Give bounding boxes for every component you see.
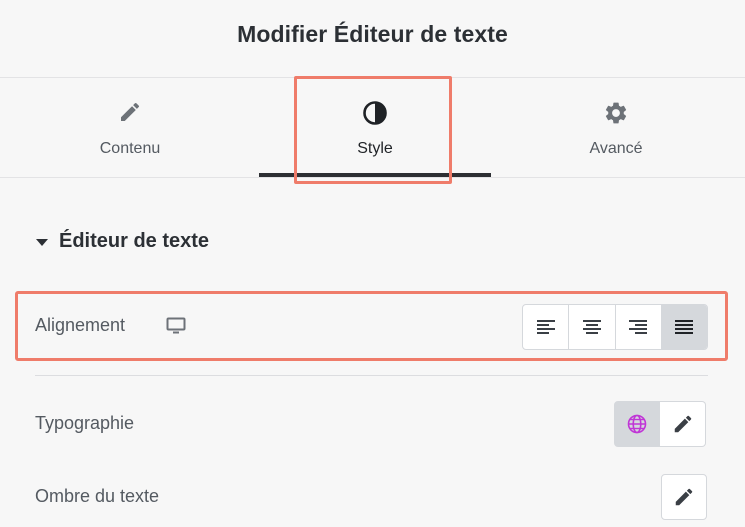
pencil-icon <box>121 102 140 121</box>
tab-style[interactable]: Style <box>259 78 491 178</box>
gear-icon <box>605 102 627 124</box>
active-tab-indicator <box>259 173 491 177</box>
align-justify-icon <box>675 320 694 334</box>
align-center-icon <box>582 320 601 334</box>
tab-avance[interactable]: Avancé <box>500 78 732 178</box>
align-center-button[interactable] <box>569 305 616 349</box>
align-left-icon <box>536 320 555 334</box>
tab-style-label: Style <box>357 140 393 157</box>
edit-typography-button[interactable] <box>660 401 706 447</box>
section-title: Éditeur de texte <box>59 230 210 252</box>
align-right-icon <box>629 320 648 334</box>
tab-contenu-label: Contenu <box>99 140 161 157</box>
global-typography-button[interactable] <box>614 401 660 447</box>
panel-title: Modifier Éditeur de texte <box>237 21 508 47</box>
section-divider <box>35 375 708 376</box>
alignment-label: Alignement <box>35 315 126 335</box>
caret-down-icon <box>36 239 48 246</box>
pencil-icon <box>675 488 693 506</box>
align-left-button[interactable] <box>523 305 570 349</box>
tab-avance-label: Avancé <box>589 140 643 157</box>
section-toggle[interactable]: Éditeur de texte <box>36 230 209 253</box>
tab-contenu[interactable]: Contenu <box>14 78 246 178</box>
edit-text-shadow-button[interactable] <box>661 474 707 520</box>
desktop-icon[interactable] <box>166 317 186 335</box>
contrast-icon <box>363 101 387 125</box>
tab-bar: Contenu Style Avancé <box>0 78 745 178</box>
pencil-icon <box>674 415 691 433</box>
globe-icon <box>627 414 647 434</box>
align-right-button[interactable] <box>616 305 662 349</box>
typography-label: Typographie <box>35 413 135 433</box>
text-shadow-label: Ombre du texte <box>35 486 160 506</box>
align-justify-button[interactable] <box>661 305 707 349</box>
alignment-button-group <box>522 304 708 350</box>
panel-header: Modifier Éditeur de texte <box>0 0 745 78</box>
